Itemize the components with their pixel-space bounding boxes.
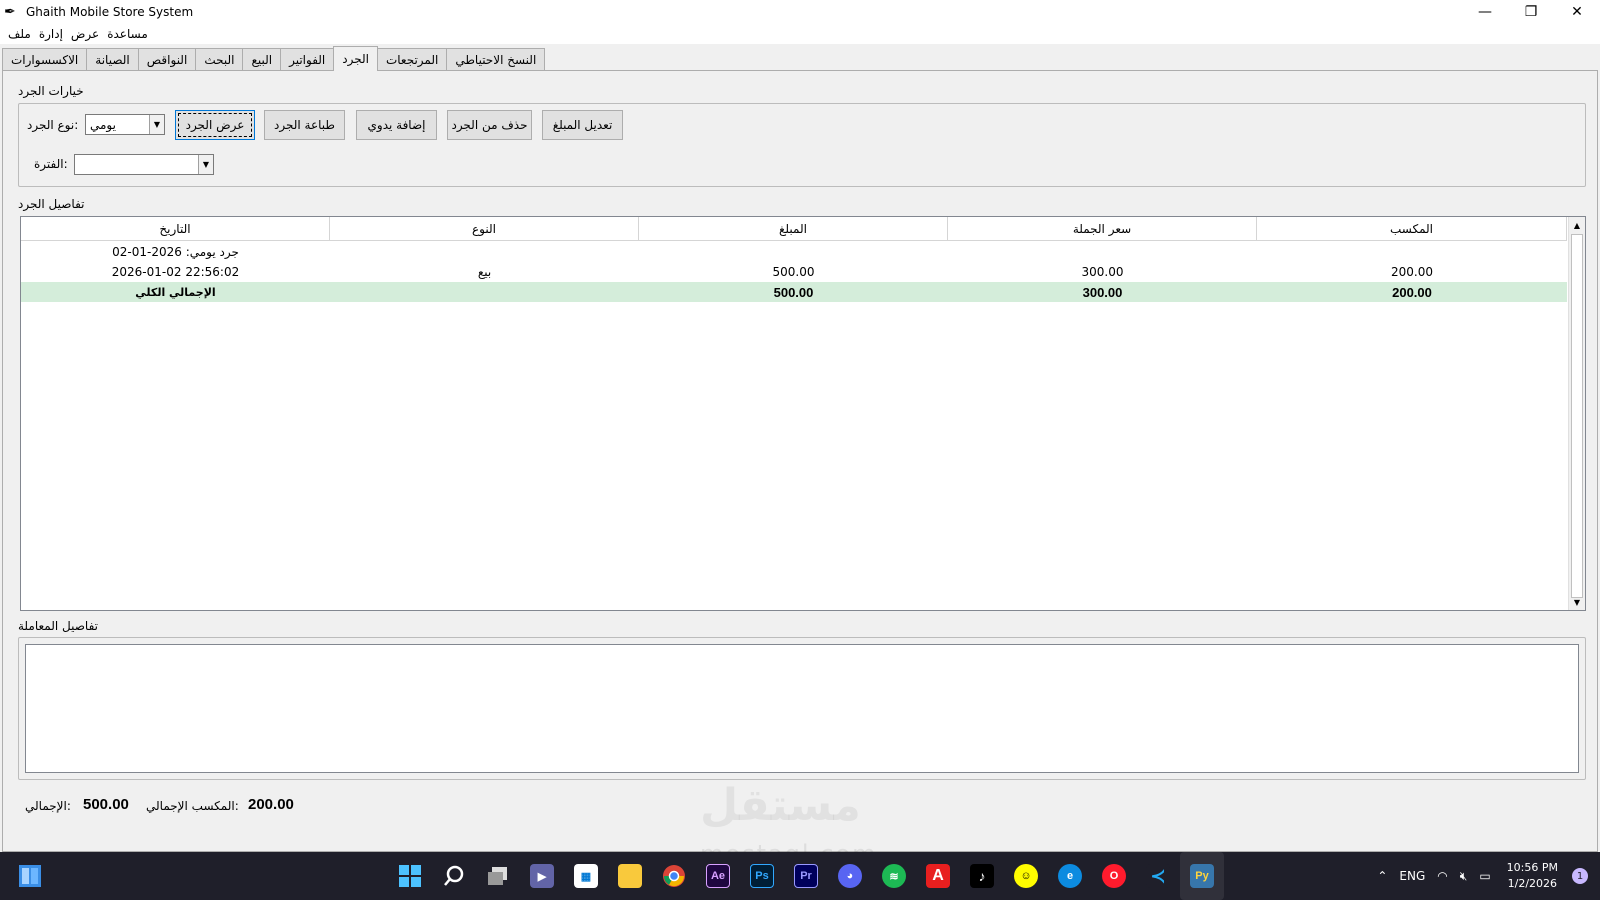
title-bar: ✒ Ghaith Mobile Store System — ❐ ✕ [0, 0, 1600, 24]
view-inventory-button[interactable]: عرض الجرد [175, 110, 255, 140]
menu-help[interactable]: مساعدة [103, 27, 152, 41]
opera-icon[interactable]: O [1092, 852, 1136, 900]
wifi-icon[interactable]: ◠ [1437, 869, 1447, 883]
tab-returns[interactable]: المرتجعات [376, 48, 448, 70]
tab-accessories[interactable]: الاكسسوارات [2, 48, 88, 70]
tab-inventory[interactable]: الجرد [333, 46, 378, 71]
language-indicator[interactable]: ENG [1399, 869, 1425, 883]
after-effects-icon[interactable]: Ae [696, 852, 740, 900]
windows-start-icon[interactable] [388, 852, 432, 900]
column-header-wholesale[interactable]: سعر الجملة [948, 217, 1257, 241]
total-value: 500.00 [83, 796, 129, 813]
tab-backup[interactable]: النسخ الاحتياطي [446, 48, 546, 70]
taskbar: ▶ ▦ Ae Ps Pr ◕ ≋ A ♪ ☺ e O ≺ Py ⌃ ENG ◠ … [0, 852, 1600, 900]
close-icon[interactable]: ✕ [1554, 0, 1600, 24]
system-tray: ⌃ ENG ◠ 🔇︎ ▭ 10:56 PM 1/2/2026 1 [1371, 852, 1600, 900]
tab-invoices[interactable]: الفواتير [280, 48, 335, 70]
total-profit-label: المكسب الإجمالي: [146, 799, 239, 813]
period-combobox[interactable]: ▼ [74, 154, 214, 175]
details-group-label: تفاصيل الجرد [18, 197, 85, 211]
python-app-icon[interactable]: Py [1180, 852, 1224, 900]
chevron-down-icon[interactable]: ▼ [149, 115, 164, 134]
options-group-label: خيارات الجرد [18, 84, 84, 98]
photoshop-icon[interactable]: Ps [740, 852, 784, 900]
options-group: نوع الجرد: يومي ▼ عرض الجرد طباعة الجرد … [18, 103, 1586, 187]
column-header-type[interactable]: النوع [330, 217, 639, 241]
table-total-row[interactable]: الإجمالي الكلي 500.00 300.00 200.00 [21, 282, 1567, 302]
scroll-up-icon[interactable]: ▲ [1569, 217, 1585, 233]
restore-icon[interactable]: ❐ [1508, 0, 1554, 24]
spotify-icon[interactable]: ≋ [872, 852, 916, 900]
total-profit-value: 200.00 [248, 796, 294, 813]
edge-icon[interactable]: e [1048, 852, 1092, 900]
chevron-down-icon[interactable]: ▼ [198, 155, 213, 174]
tab-search[interactable]: البحث [195, 48, 244, 70]
type-value: يومي [90, 117, 116, 132]
notification-badge[interactable]: 1 [1572, 868, 1588, 884]
tab-maintenance[interactable]: الصيانة [86, 48, 139, 70]
menu-bar: ملف إدارة عرض مساعدة [0, 24, 1600, 44]
watermark-logo: مستقل [700, 780, 861, 831]
minimize-icon[interactable]: — [1462, 0, 1508, 24]
clock-time: 10:56 PM [1506, 861, 1558, 874]
snapchat-icon[interactable]: ☺ [1004, 852, 1048, 900]
tab-shortages[interactable]: النواقص [137, 48, 197, 70]
transaction-group [18, 637, 1586, 780]
table-row[interactable]: 2026-01-02 22:56:02 بيع 500.00 300.00 20… [21, 262, 1567, 282]
type-label: نوع الجرد: [27, 118, 79, 132]
table-scrollbar[interactable]: ▲ ▼ [1568, 217, 1585, 610]
tiktok-icon[interactable]: ♪ [960, 852, 1004, 900]
edit-amount-button[interactable]: تعديل المبلغ [542, 110, 623, 140]
premiere-icon[interactable]: Pr [784, 852, 828, 900]
table-row[interactable]: جرد يومي: 2026-01-02 [21, 242, 1567, 262]
menu-file[interactable]: ملف [4, 27, 35, 41]
type-combobox[interactable]: يومي ▼ [85, 114, 165, 135]
manual-add-button[interactable]: إضافة يدوي [356, 110, 437, 140]
table-header: التاريخ النوع المبلغ سعر الجملة المكسب [21, 217, 1567, 241]
scroll-thumb[interactable] [1571, 234, 1583, 598]
discord-icon[interactable]: ◕ [828, 852, 872, 900]
menu-view[interactable]: عرض [67, 27, 103, 41]
feather-icon: ✒ [4, 4, 16, 20]
inventory-tab-pane: خيارات الجرد نوع الجرد: يومي ▼ عرض الجرد… [2, 70, 1598, 852]
clock[interactable]: 10:56 PM 1/2/2026 [1507, 860, 1558, 892]
clock-date: 1/2/2026 [1507, 877, 1558, 890]
inventory-table[interactable]: التاريخ النوع المبلغ سعر الجملة المكسب ج… [20, 216, 1586, 611]
total-label: الإجمالي: [25, 799, 71, 813]
window-title: Ghaith Mobile Store System [26, 5, 194, 19]
search-icon[interactable] [432, 852, 476, 900]
column-header-profit[interactable]: المكسب [1257, 217, 1567, 241]
tab-sales[interactable]: البيع [242, 48, 282, 70]
vscode-icon[interactable]: ≺ [1136, 852, 1180, 900]
app-body: الاكسسوارات الصيانة النواقص البحث البيع … [0, 44, 1600, 852]
menu-manage[interactable]: إدارة [35, 27, 67, 41]
period-label: الفترة: [34, 157, 68, 171]
store-icon[interactable]: ▦ [564, 852, 608, 900]
acrobat-icon[interactable]: A [916, 852, 960, 900]
delete-from-inventory-button[interactable]: حذف من الجرد [447, 110, 532, 140]
start-icon[interactable] [18, 864, 42, 888]
chrome-icon[interactable] [652, 852, 696, 900]
print-inventory-button[interactable]: طباعة الجرد [264, 110, 345, 140]
taskbar-apps: ▶ ▦ Ae Ps Pr ◕ ≋ A ♪ ☺ e O ≺ Py [388, 852, 1224, 900]
transaction-details-textbox[interactable] [25, 644, 1579, 773]
task-view-icon[interactable] [476, 852, 520, 900]
teams-icon[interactable]: ▶ [520, 852, 564, 900]
window-controls: — ❐ ✕ [1462, 0, 1600, 24]
scroll-down-icon[interactable]: ▼ [1569, 594, 1585, 610]
chevron-up-icon[interactable]: ⌃ [1377, 869, 1387, 883]
file-explorer-icon[interactable] [608, 852, 652, 900]
column-header-amount[interactable]: المبلغ [639, 217, 948, 241]
transaction-group-label: تفاصيل المعاملة [18, 619, 98, 633]
tab-bar: الاكسسوارات الصيانة النواقص البحث البيع … [2, 46, 546, 71]
battery-icon[interactable]: ▭ [1479, 869, 1490, 883]
speaker-muted-icon[interactable]: 🔇︎ [1460, 869, 1468, 884]
column-header-date[interactable]: التاريخ [21, 217, 330, 241]
